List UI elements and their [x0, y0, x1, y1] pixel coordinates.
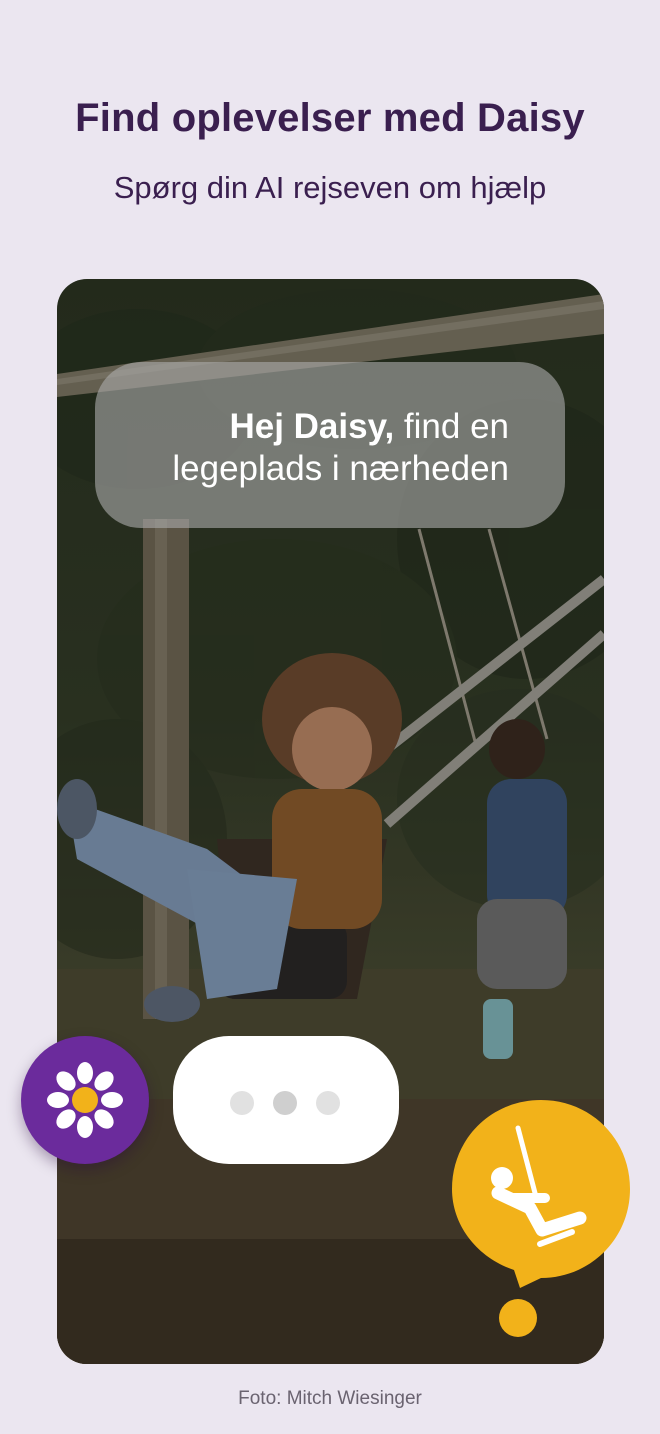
- typing-dot: [230, 1091, 254, 1115]
- swing-playground-icon: [452, 1100, 630, 1337]
- photo-credit: Foto: Mitch Wiesinger: [238, 1388, 422, 1409]
- daisy-avatar: [21, 1036, 149, 1164]
- typing-dot: [273, 1091, 297, 1115]
- playground-location-pin: [450, 1098, 632, 1338]
- page-subtitle: Spørg din AI rejseven om hjælp: [113, 170, 547, 205]
- typing-indicator: [173, 1036, 399, 1164]
- page-title: Find oplevelser med Daisy: [75, 96, 585, 140]
- onboarding-screen: Find oplevelser med Daisy Spørg din AI r…: [0, 0, 660, 1434]
- user-query-bold: Hej Daisy,: [229, 407, 395, 446]
- daisy-flower-icon: [47, 1062, 123, 1138]
- user-query-bubble: Hej Daisy, find en legeplads i nærheden: [95, 362, 565, 528]
- typing-dot: [316, 1091, 340, 1115]
